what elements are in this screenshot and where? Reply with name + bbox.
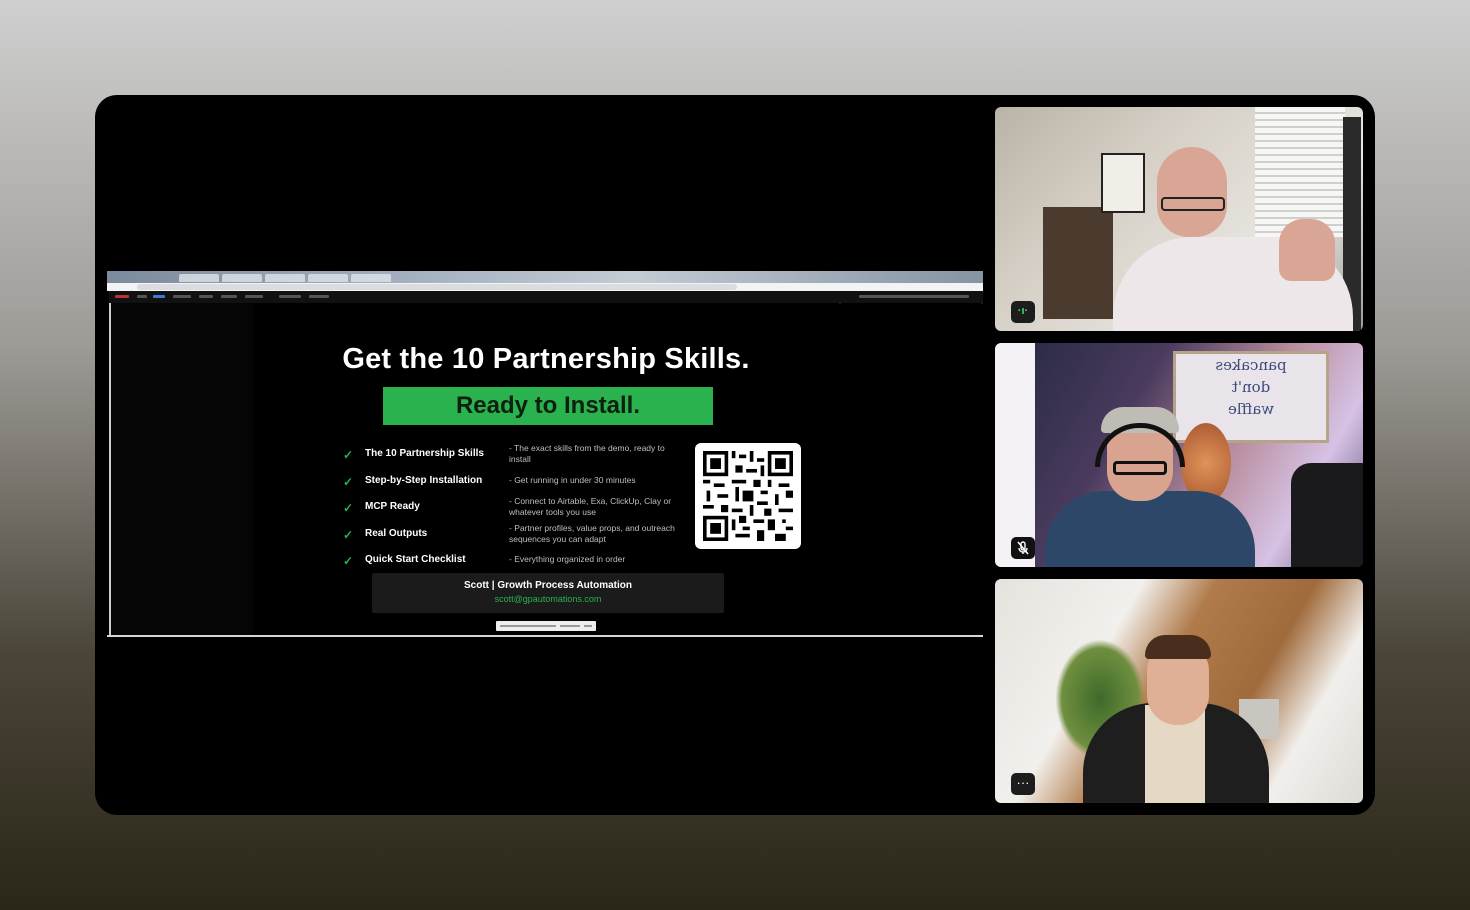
participant-hair bbox=[1145, 635, 1211, 659]
feature-description: - Connect to Airtable, Exa, ClickUp, Cla… bbox=[509, 496, 672, 517]
chair bbox=[1291, 463, 1363, 567]
shared-left-panel bbox=[109, 303, 253, 635]
sign-line: don't bbox=[1231, 378, 1271, 396]
more-options-icon[interactable]: ··· bbox=[1011, 773, 1035, 795]
participant-body bbox=[1045, 491, 1255, 567]
wall-frame bbox=[1101, 153, 1145, 213]
participant-tile[interactable]: ·ı· bbox=[995, 107, 1363, 331]
mic-muted-icon bbox=[1011, 537, 1035, 559]
sign-line: pancakes bbox=[1215, 356, 1287, 374]
contact-name: Scott | Growth Process Automation bbox=[464, 580, 632, 591]
slide-title: Get the 10 Partnership Skills. bbox=[342, 343, 750, 375]
feature-name: Real Outputs bbox=[365, 528, 428, 539]
sharing-notice-bar[interactable] bbox=[496, 621, 596, 631]
glasses bbox=[1113, 461, 1167, 475]
meeting-window: Get the 10 Partnership Skills. Ready to … bbox=[95, 95, 1375, 815]
participant-tile[interactable]: pancakes don't waffle bbox=[995, 343, 1363, 567]
participant-face bbox=[1157, 147, 1227, 237]
feature-name: Quick Start Checklist bbox=[365, 554, 466, 565]
feature-description: - Everything organized in order bbox=[509, 554, 626, 564]
slide-banner: Ready to Install. bbox=[383, 387, 713, 425]
shared-screen-bottom-edge bbox=[107, 635, 983, 637]
bookshelf bbox=[1043, 207, 1113, 319]
check-icon: ✓ bbox=[343, 448, 354, 462]
shared-screen[interactable]: Get the 10 Partnership Skills. Ready to … bbox=[107, 271, 983, 637]
window-blinds bbox=[1255, 107, 1345, 237]
feature-description: - Get running in under 30 minutes bbox=[509, 475, 636, 485]
waving-hand bbox=[1279, 219, 1335, 281]
feature-name: MCP Ready bbox=[365, 501, 420, 512]
glasses bbox=[1161, 197, 1225, 211]
sign-line: waffle bbox=[1227, 400, 1275, 418]
feature-name: Step-by-Step Installation bbox=[365, 475, 483, 486]
check-icon: ✓ bbox=[343, 554, 354, 568]
check-icon: ✓ bbox=[343, 475, 354, 489]
check-icon: ✓ bbox=[343, 501, 354, 515]
speaking-indicator-icon: ·ı· bbox=[1011, 301, 1035, 323]
feature-description: - Partner profiles, value props, and out… bbox=[509, 523, 675, 544]
shared-browser-tabs bbox=[107, 274, 983, 283]
window-light bbox=[995, 343, 1035, 567]
contact-box: Scott | Growth Process Automation scott@… bbox=[372, 573, 724, 613]
shared-right-panel bbox=[841, 303, 981, 635]
feature-description: - The exact skills from the demo, ready … bbox=[509, 443, 665, 464]
participant-tile[interactable]: ··· bbox=[995, 579, 1363, 803]
qr-code-icon bbox=[695, 443, 801, 549]
presentation-slide: Get the 10 Partnership Skills. Ready to … bbox=[253, 303, 839, 635]
check-icon: ✓ bbox=[343, 528, 354, 542]
feature-name: The 10 Partnership Skills bbox=[365, 448, 484, 459]
shared-browser-address-bar bbox=[107, 283, 983, 291]
contact-email-link[interactable]: scott@gpautomations.com bbox=[372, 594, 724, 604]
